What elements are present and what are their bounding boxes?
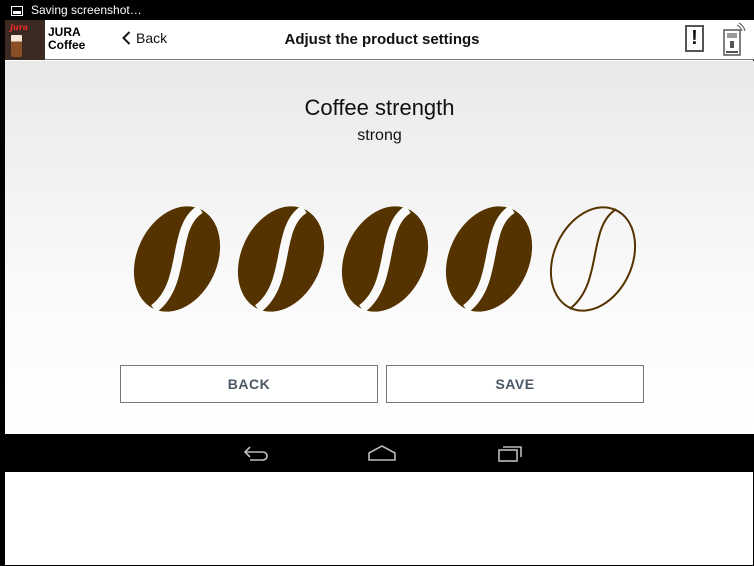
back-button[interactable]: BACK: [120, 365, 378, 403]
app-name: JURA Coffee: [48, 26, 85, 52]
coffee-bean-icon[interactable]: [437, 201, 541, 317]
machine-status-button[interactable]: [718, 22, 748, 57]
back-icon[interactable]: [242, 443, 270, 463]
exclamation-icon: !: [691, 27, 698, 49]
strength-selector[interactable]: [125, 201, 645, 317]
back-nav-label: Back: [136, 30, 168, 46]
setting-label: Coffee strength: [304, 95, 455, 120]
back-nav-button[interactable]: Back: [122, 30, 167, 46]
save-button[interactable]: SAVE: [386, 365, 644, 403]
coffee-bean-icon[interactable]: [333, 201, 437, 317]
status-bar: Saving screenshot…: [5, 0, 754, 20]
home-icon[interactable]: [367, 443, 397, 463]
coffee-cup-icon: [11, 35, 22, 57]
setting-value: strong: [357, 127, 402, 144]
coffee-bean-icon[interactable]: [229, 201, 333, 317]
action-bar: jura JURA Coffee Back Adjust the product…: [5, 20, 754, 60]
app-name-line2: Coffee: [48, 38, 86, 52]
coffee-machine-wifi-icon: [723, 22, 746, 56]
recent-apps-icon[interactable]: [495, 443, 523, 463]
notification-text: Saving screenshot…: [31, 3, 142, 17]
chevron-left-icon: [122, 31, 131, 45]
alert-button[interactable]: !: [685, 25, 704, 52]
logo-brand: jura: [10, 22, 29, 32]
system-nav-bar: [5, 434, 754, 472]
coffee-bean-icon[interactable]: [541, 201, 645, 317]
coffee-bean-icon[interactable]: [125, 201, 229, 317]
app-logo: jura: [5, 20, 45, 60]
image-icon: [11, 5, 23, 16]
page-title: Adjust the product settings: [284, 31, 480, 48]
settings-content: Coffee strength strong BACK SAVE: [5, 61, 754, 434]
